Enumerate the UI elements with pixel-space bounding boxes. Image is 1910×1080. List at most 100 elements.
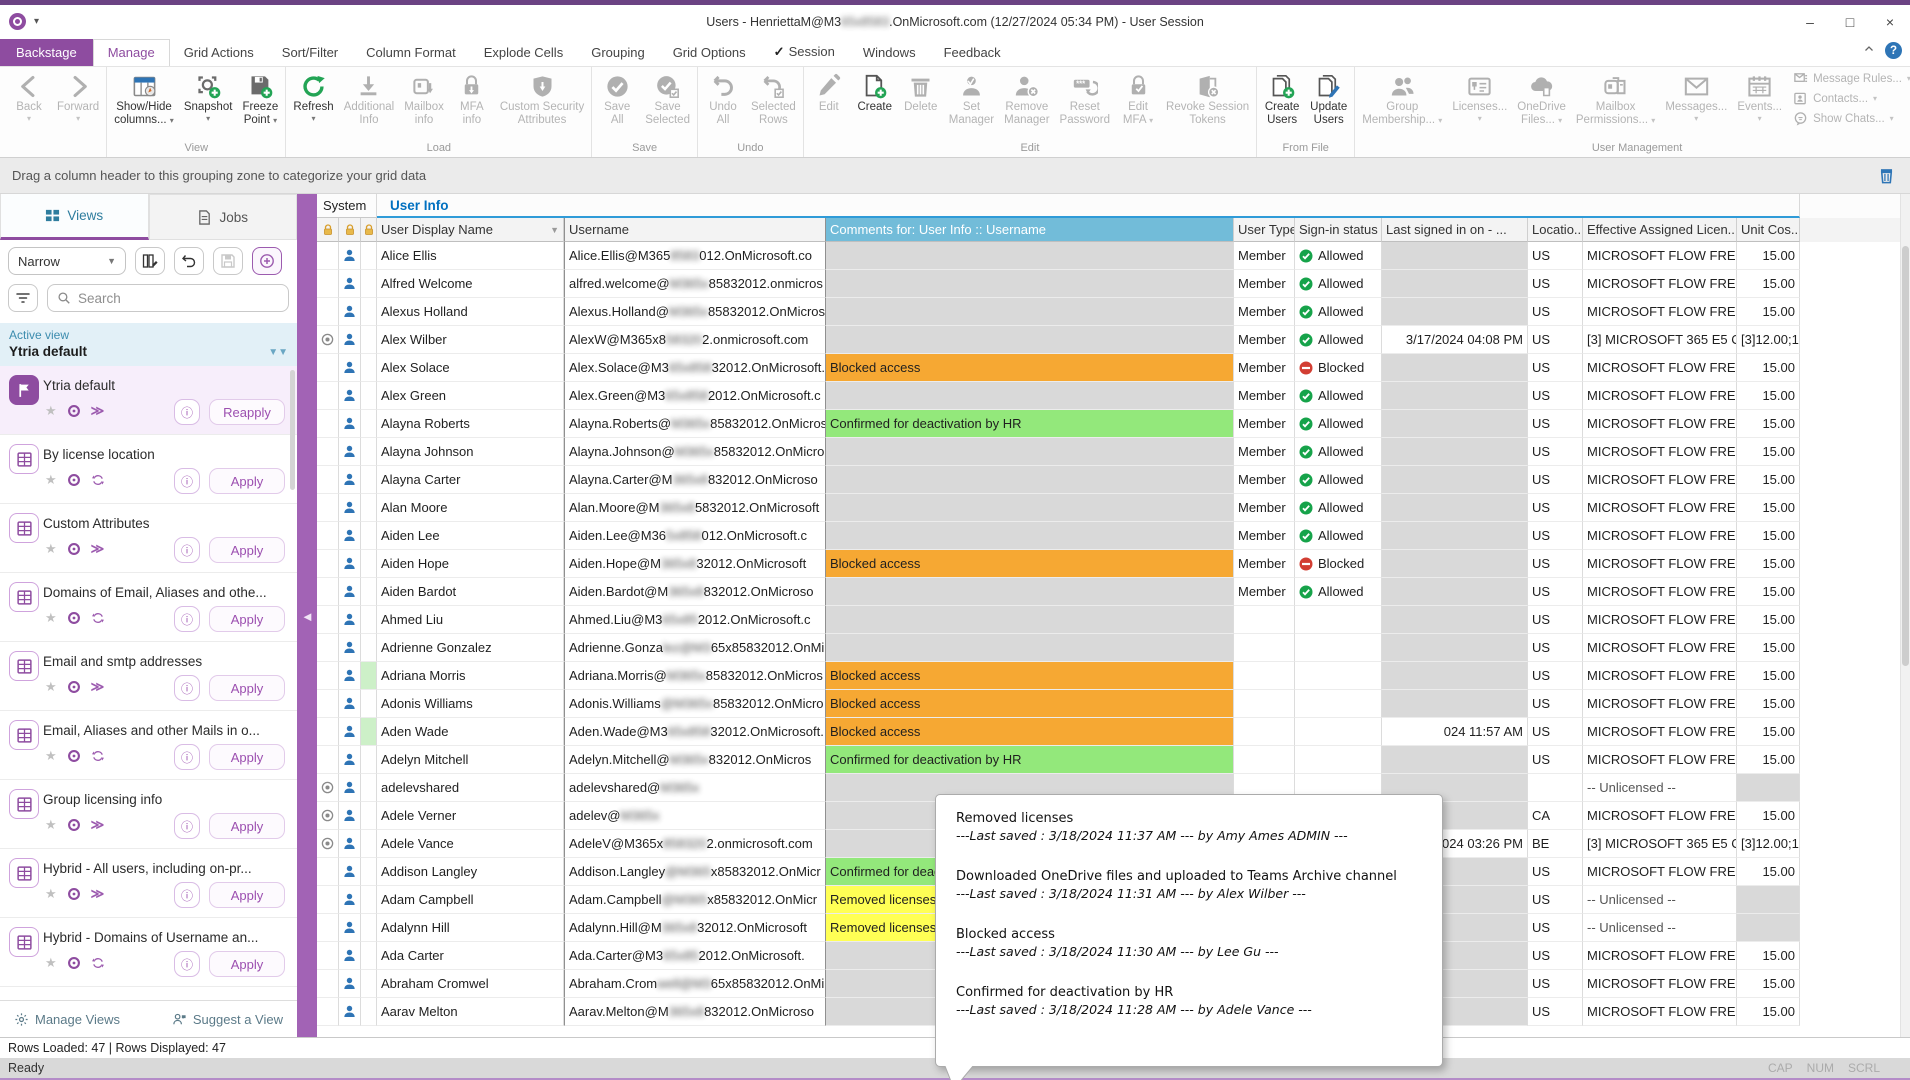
cell-marker[interactable] [317,522,339,550]
cell-unit-cost[interactable]: 15.00 [1737,802,1800,830]
tab-feedback[interactable]: Feedback [930,40,1015,66]
cell-last-signed-in[interactable] [1382,270,1528,298]
view-reapply-button[interactable]: Reapply [209,399,285,425]
user-row[interactable]: Alayna RobertsAlayna.Roberts@M365x858320… [317,410,1910,438]
cell-username[interactable]: Adam.Campbell@M365x85832012.OnMicr [564,886,826,914]
ribbon-button-mfa-info[interactable]: MFAinfo [449,69,495,127]
cell-last-signed-in[interactable] [1382,746,1528,774]
cell-location[interactable]: US [1528,466,1583,494]
cell-marker[interactable] [317,494,339,522]
cell-marker[interactable] [317,438,339,466]
help-icon[interactable]: ? [1885,42,1902,59]
cell-display-name[interactable]: Adele Vance [377,830,564,858]
cell-unit-cost[interactable]: 15.00 [1737,550,1800,578]
cell-license[interactable]: [3] MICROSOFT 365 E5 C [1583,830,1737,858]
cell-unit-cost[interactable]: 15.00 [1737,298,1800,326]
cell-license[interactable]: MICROSOFT FLOW FREE [1583,242,1737,270]
cell-user-type[interactable]: Member [1234,494,1295,522]
cell-license[interactable]: MICROSOFT FLOW FREE [1583,662,1737,690]
cell-user-type[interactable] [1234,718,1295,746]
cell-last-signed-in[interactable]: 3/17/2024 04:08 PM [1382,326,1528,354]
cell-location[interactable] [1528,774,1583,802]
cell-unit-cost[interactable]: 15.00 [1737,942,1800,970]
cell-username[interactable]: Alan.Moore@M365x85832012.OnMicrosoft [564,494,826,522]
cell-username[interactable]: Adalynn.Hill@M365x832012.OnMicrosoft [564,914,826,942]
cell-last-signed-in[interactable] [1382,494,1528,522]
cell-username[interactable]: Abraham.Cromwell@M365x85832012.OnMi [564,970,826,998]
cell-last-signed-in[interactable] [1382,550,1528,578]
collapse-sidebar-icon[interactable]: ◄ [301,609,314,624]
cell-username[interactable]: Alex.Green@M365x8582012.OnMicrosoft.c [564,382,826,410]
cell-location[interactable]: US [1528,550,1583,578]
cell-user-type[interactable] [1234,606,1295,634]
cell-license[interactable]: MICROSOFT FLOW FREE [1583,634,1737,662]
cell-license[interactable]: MICROSOFT FLOW FREE [1583,298,1737,326]
cell-unit-cost[interactable]: 15.00 [1737,242,1800,270]
cell-license[interactable]: MICROSOFT FLOW FREE [1583,550,1737,578]
cell-marker[interactable] [317,718,339,746]
cell-unit-cost[interactable]: 15.00 [1737,494,1800,522]
cell-signin-status[interactable]: Allowed [1295,578,1382,606]
cell-location[interactable]: US [1528,886,1583,914]
cell-username[interactable]: adelev@M365x [564,802,826,830]
cell-display-name[interactable]: Adalynn Hill [377,914,564,942]
cell-license[interactable]: MICROSOFT FLOW FREE [1583,270,1737,298]
tab-grouping[interactable]: Grouping [577,40,658,66]
column-header-last-signed-in[interactable]: Last signed in on - ... [1382,218,1528,242]
cell-license[interactable]: MICROSOFT FLOW FREE [1583,354,1737,382]
favorite-star-icon[interactable]: ★ [45,403,57,419]
cell-unit-cost[interactable]: 15.00 [1737,998,1800,1026]
favorite-star-icon[interactable]: ★ [45,748,57,764]
view-apply-button[interactable]: Apply [209,744,285,770]
cell-display-name[interactable]: Alfred Welcome [377,270,564,298]
user-row[interactable]: Adelyn MitchellAdelyn.Mitchell@M365x8320… [317,746,1910,774]
cell-username[interactable]: AlexW@M365x8583202.onmicrosoft.com [564,326,826,354]
view-apply-button[interactable]: Apply [209,468,285,494]
cell-license[interactable]: MICROSOFT FLOW FREE [1583,690,1737,718]
view-apply-button[interactable]: Apply [209,813,285,839]
cell-marker[interactable] [317,774,339,802]
cell-display-name[interactable]: Aarav Melton [377,998,564,1026]
user-row[interactable]: Alayna CarterAlayna.Carter@M365x8832012.… [317,466,1910,494]
view-info-button[interactable]: ⓘ [174,606,200,632]
user-row[interactable]: Alan MooreAlan.Moore@M365x85832012.OnMic… [317,494,1910,522]
cell-comment[interactable]: Blocked access [826,718,1234,746]
cell-username[interactable]: Aiden.Bardot@M365x8832012.OnMicroso [564,578,826,606]
view-card-8[interactable]: Hybrid - Domains of Username an...★ⓘAppl… [0,918,297,987]
favorite-star-icon[interactable]: ★ [45,472,57,488]
cell-license[interactable]: MICROSOFT FLOW FREE [1583,858,1737,886]
view-info-button[interactable]: ⓘ [174,744,200,770]
view-apply-button[interactable]: Apply [209,537,285,563]
cell-license[interactable]: MICROSOFT FLOW FREE [1583,382,1737,410]
user-row[interactable]: Aden WadeAden.Wade@M365x85832012.OnMicro… [317,718,1910,746]
cell-marker[interactable] [317,354,339,382]
ribbon-button-revoke-session-tokens[interactable]: Revoke SessionTokens [1161,69,1254,127]
view-info-button[interactable]: ⓘ [174,399,200,425]
ribbon-button-group-membership[interactable]: GroupMembership... ▾ [1357,69,1447,127]
cell-marker[interactable] [317,634,339,662]
save-view-button[interactable] [213,247,243,275]
cell-user-type[interactable]: Member [1234,550,1295,578]
cell-user-type[interactable]: Member [1234,522,1295,550]
cell-marker[interactable] [317,746,339,774]
grid-layout-icon[interactable] [1877,166,1896,188]
cell-username[interactable]: Alice.Ellis@M3658583012.OnMicrosoft.co [564,242,826,270]
cell-user-type[interactable]: Member [1234,326,1295,354]
cell-location[interactable]: US [1528,242,1583,270]
tab-views[interactable]: Views [0,194,149,240]
cell-location[interactable]: US [1528,522,1583,550]
cell-user-type[interactable]: Member [1234,298,1295,326]
view-card-0[interactable]: Ytria default★≫ⓘReapply [0,366,297,435]
cell-comment[interactable] [826,438,1234,466]
cell-license[interactable]: MICROSOFT FLOW FREE [1583,718,1737,746]
cell-display-name[interactable]: Abraham Cromwel [377,970,564,998]
ribbon-button-freeze-point[interactable]: FreezePoint ▾ [237,69,283,127]
cell-location[interactable]: US [1528,746,1583,774]
cell-username[interactable]: Adonis.Williams@M365x85832012.OnMicro [564,690,826,718]
collapse-ribbon-icon[interactable] [1863,43,1875,58]
column-header-user-type[interactable]: User Type [1234,218,1295,242]
cell-last-signed-in[interactable] [1382,578,1528,606]
tab-sort-filter[interactable]: Sort/Filter [268,40,352,66]
cell-marker[interactable] [317,662,339,690]
cell-comment[interactable] [826,298,1234,326]
